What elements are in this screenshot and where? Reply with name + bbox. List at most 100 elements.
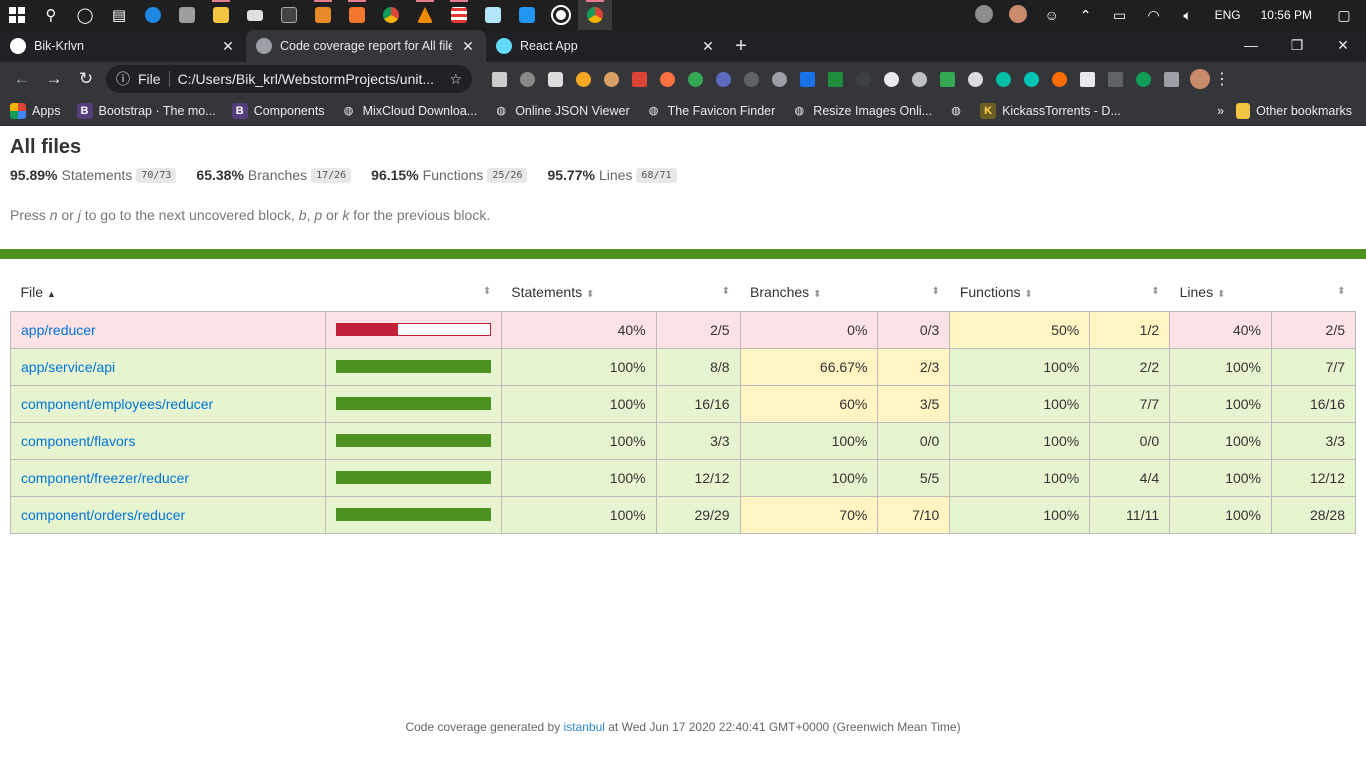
people-icon[interactable]: ☺ — [1035, 7, 1069, 23]
column-functions[interactable]: Functions ⬍ — [950, 273, 1090, 311]
sublime-icon[interactable] — [306, 0, 340, 30]
bookmark-kickass[interactable]: K KickassTorrents - D... — [980, 102, 1121, 119]
bookmark-json-viewer[interactable]: ◍ Online JSON Viewer — [493, 103, 629, 119]
extension-icon[interactable] — [570, 66, 596, 92]
info-icon[interactable]: ⓘ — [116, 69, 130, 89]
bookmark-other[interactable]: Other bookmarks — [1236, 102, 1352, 119]
back-button[interactable]: ← — [6, 64, 38, 94]
extension-icon[interactable] — [626, 66, 652, 92]
file-link[interactable]: app/reducer — [21, 322, 96, 338]
tab-react-app[interactable]: React App ✕ — [486, 30, 726, 62]
ruler-app-icon[interactable] — [442, 0, 476, 30]
bookmark-favicon-finder[interactable]: ◍ The Favicon Finder — [646, 103, 776, 119]
volume-icon[interactable]: 🔈︎ — [1171, 7, 1205, 24]
extension-icon[interactable] — [850, 66, 876, 92]
bookmark-apps[interactable]: Apps — [10, 102, 61, 119]
extension-icon[interactable] — [1158, 66, 1184, 92]
restore-icon[interactable]: ❐ — [1274, 30, 1320, 60]
extension-icon[interactable] — [654, 66, 680, 92]
extension-icon[interactable] — [878, 66, 904, 92]
chrome-icon[interactable] — [374, 0, 408, 30]
extension-icon[interactable] — [514, 66, 540, 92]
extension-icon[interactable] — [906, 66, 932, 92]
new-tab-button[interactable]: + — [726, 30, 756, 62]
mail-icon[interactable] — [238, 0, 272, 30]
bookmark-mixcloud[interactable]: ◍ MixCloud Downloa... — [341, 103, 477, 119]
bookmark-unnamed[interactable]: ◍ — [948, 103, 964, 119]
extension-icon[interactable] — [710, 66, 736, 92]
obs-icon[interactable] — [544, 0, 578, 30]
extension-icon[interactable] — [1102, 66, 1128, 92]
istanbul-link[interactable]: istanbul — [564, 720, 605, 734]
file-link[interactable]: component/orders/reducer — [21, 507, 185, 523]
extension-icon[interactable] — [598, 66, 624, 92]
column-statements[interactable]: Statements ⬍ — [501, 273, 656, 311]
extension-icon[interactable] — [1046, 66, 1072, 92]
close-window-icon[interactable]: ✕ — [1320, 30, 1366, 60]
terminal-icon[interactable] — [272, 0, 306, 30]
vscode-icon[interactable] — [510, 0, 544, 30]
extension-icon[interactable] — [486, 66, 512, 92]
windows-start-icon[interactable] — [0, 0, 34, 30]
chevron-up-icon[interactable]: ⌃ — [1069, 7, 1103, 24]
column-branches-raw[interactable]: ⬍ — [878, 273, 950, 311]
extension-icon[interactable] — [822, 66, 848, 92]
extension-icon[interactable] — [738, 66, 764, 92]
uc-browser-icon[interactable] — [340, 0, 374, 30]
battery-icon[interactable]: ▭ — [1103, 7, 1137, 24]
close-icon[interactable]: ✕ — [460, 38, 476, 55]
column-lines-raw[interactable]: ⬍ — [1272, 273, 1356, 311]
url-text[interactable]: C:/Users/Bik_krl/WebstormProjects/unit..… — [178, 71, 442, 87]
column-file[interactable]: File ▲ — [11, 273, 326, 311]
column-statements-raw[interactable]: ⬍ — [656, 273, 740, 311]
extension-icon[interactable] — [962, 66, 988, 92]
column-branches[interactable]: Branches ⬍ — [740, 273, 878, 311]
extension-icon[interactable] — [934, 66, 960, 92]
column-functions-raw[interactable]: ⬍ — [1090, 273, 1170, 311]
reload-button[interactable]: ↻ — [70, 64, 102, 94]
file-explorer-icon[interactable] — [204, 0, 238, 30]
language-indicator[interactable]: ENG — [1205, 8, 1251, 22]
close-icon[interactable]: ✕ — [220, 38, 236, 55]
user-avatar-2-icon[interactable] — [1001, 4, 1035, 26]
bookmark-resize-images[interactable]: ◍ Resize Images Onli... — [791, 103, 932, 119]
store-icon[interactable] — [170, 0, 204, 30]
minimize-icon[interactable]: — — [1228, 30, 1274, 60]
file-link[interactable]: app/service/api — [21, 359, 115, 375]
file-link[interactable]: component/flavors — [21, 433, 135, 449]
close-icon[interactable]: ✕ — [700, 38, 716, 55]
task-view-icon[interactable]: ▤ — [102, 0, 136, 30]
profile-avatar[interactable] — [1190, 69, 1210, 89]
address-bar[interactable]: ⓘ File C:/Users/Bik_krl/WebstormProjects… — [106, 65, 472, 93]
extension-icon[interactable] — [766, 66, 792, 92]
user-avatar-icon[interactable] — [967, 4, 1001, 26]
extension-icon[interactable] — [990, 66, 1016, 92]
clock[interactable]: 10:56 PM — [1251, 8, 1322, 22]
search-icon[interactable]: ⚲ — [34, 0, 68, 30]
notepad-icon[interactable] — [476, 0, 510, 30]
tab-github[interactable]: Bik-Krlvn ✕ — [0, 30, 246, 62]
chrome-active-icon[interactable] — [578, 0, 612, 30]
bookmarks-overflow-icon[interactable]: » — [1217, 104, 1224, 118]
file-link[interactable]: component/freezer/reducer — [21, 470, 189, 486]
cortana-icon[interactable]: ◯ — [68, 0, 102, 30]
edge-icon[interactable] — [136, 0, 170, 30]
tab-coverage-report[interactable]: Code coverage report for All files ✕ — [246, 30, 486, 62]
bookmark-bootstrap[interactable]: B Bootstrap · The mo... — [76, 102, 216, 119]
extension-icon[interactable] — [1074, 66, 1100, 92]
menu-kebab-icon[interactable]: ⋮ — [1210, 69, 1234, 89]
extension-icon[interactable] — [542, 66, 568, 92]
wifi-icon[interactable]: ◠ — [1137, 7, 1171, 24]
forward-button[interactable]: → — [38, 64, 70, 94]
extension-icon[interactable] — [1018, 66, 1044, 92]
column-lines[interactable]: Lines ⬍ — [1170, 273, 1272, 311]
star-icon[interactable]: ☆ — [449, 71, 462, 88]
column-bar[interactable]: ⬍ — [325, 273, 501, 311]
extension-icon[interactable] — [682, 66, 708, 92]
vlc-icon[interactable] — [408, 0, 442, 30]
extension-icon[interactable] — [1130, 66, 1156, 92]
bookmark-components[interactable]: B Components — [231, 102, 325, 119]
extension-icon[interactable] — [794, 66, 820, 92]
file-link[interactable]: component/employees/reducer — [21, 396, 213, 412]
notification-icon[interactable]: ▢ — [1322, 7, 1366, 24]
